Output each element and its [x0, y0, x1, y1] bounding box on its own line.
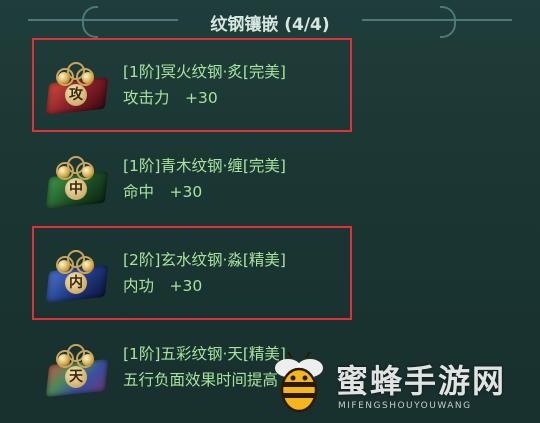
panel-title: 纹钢镶嵌 (4/4)	[210, 15, 330, 35]
gem-setting: 攻	[54, 62, 98, 110]
inlay-slot-3[interactable]: 内 [2阶]玄水纹钢·淼[精美] 内功 +30	[30, 226, 355, 326]
watermark: 蜜蜂手游网 MIFENGSHOUYOUWANG	[262, 348, 540, 423]
gem-glyph: 攻	[65, 84, 87, 106]
gem-icon-wood[interactable]: 中	[40, 142, 112, 214]
orb-ornament	[82, 354, 94, 366]
orb-ornament	[82, 260, 94, 272]
watermark-subtext: MIFENGSHOUYOUWANG	[338, 401, 472, 411]
gem-setting: 中	[54, 156, 98, 204]
gem-name: [2阶]玄水纹钢·淼[精美]	[123, 251, 286, 269]
inlay-slot-1[interactable]: 攻 [1阶]冥火纹钢·炙[完美] 攻击力 +30	[30, 38, 355, 138]
gem-setting: 内	[54, 250, 98, 298]
header-ornament-right	[440, 6, 456, 38]
gem-name: [1阶]冥火纹钢·炙[完美]	[123, 63, 286, 81]
header-ornament-left	[82, 6, 98, 38]
gem-icon-fire[interactable]: 攻	[40, 48, 112, 120]
orb-ornament	[58, 166, 70, 178]
orb-ornament	[58, 72, 70, 84]
gem-glyph: 中	[65, 178, 87, 200]
gem-stat: 内功 +30	[123, 277, 203, 295]
orb-ornament	[82, 72, 94, 84]
gem-glyph: 内	[65, 272, 87, 294]
watermark-text: 蜜蜂手游网	[336, 362, 507, 400]
gem-icon-rainbow[interactable]: 天	[40, 330, 112, 402]
gem-icon-water[interactable]: 内	[40, 236, 112, 308]
orb-ornament	[58, 354, 70, 366]
gem-stat: 命中 +30	[123, 183, 203, 201]
panel-header: 纹钢镶嵌 (4/4)	[0, 0, 540, 40]
gem-glyph: 天	[65, 366, 87, 388]
header-divider-right	[362, 19, 512, 21]
gem-setting: 天	[54, 344, 98, 392]
inlay-panel: 纹钢镶嵌 (4/4) 攻 [1阶]冥火纹钢·炙[完美] 攻击力 +30 中 [1…	[0, 0, 540, 423]
header-divider-left	[28, 19, 178, 21]
gem-stat: 攻击力 +30	[123, 89, 218, 107]
inlay-slot-2[interactable]: 中 [1阶]青木纹钢·缠[完美] 命中 +30	[30, 132, 355, 232]
orb-ornament	[82, 166, 94, 178]
orb-ornament	[58, 260, 70, 272]
gem-name: [1阶]青木纹钢·缠[完美]	[123, 157, 286, 175]
bee-logo-icon	[275, 352, 323, 413]
